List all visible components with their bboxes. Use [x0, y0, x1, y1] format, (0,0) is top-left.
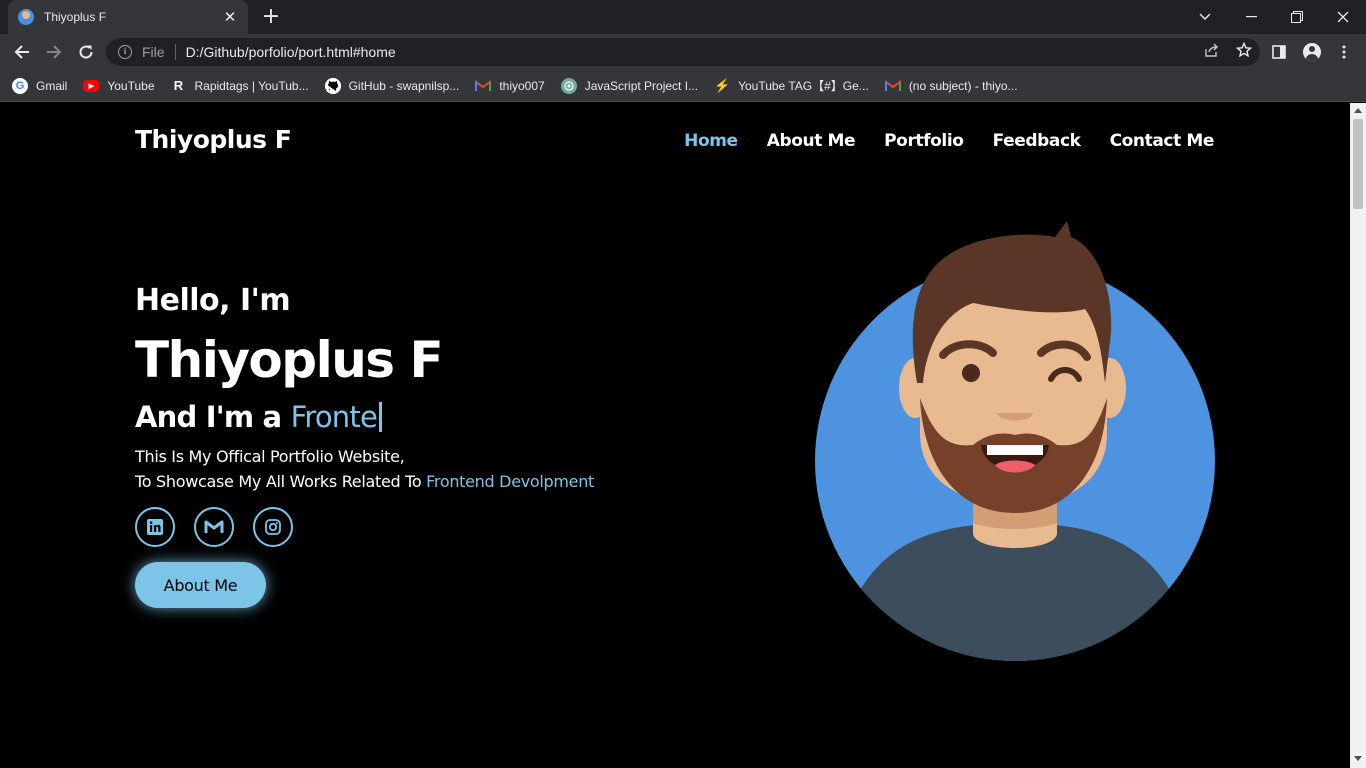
tag-icon: ⚡	[713, 77, 731, 93]
gmail-icon	[475, 78, 492, 94]
omnibox-divider	[174, 44, 176, 60]
close-window-icon[interactable]	[1320, 0, 1366, 34]
scroll-down-arrow[interactable]	[1354, 756, 1362, 761]
share-icon[interactable]	[1196, 43, 1228, 61]
linkedin-icon[interactable]	[135, 507, 175, 547]
hero-name: Thiyoplus F	[135, 331, 444, 389]
bookmark-github[interactable]: GitHub - swapnilsp...	[324, 77, 460, 94]
page-viewport: Thiyoplus F Home About Me Portfolio Feed…	[0, 103, 1350, 768]
site-logo[interactable]: Thiyoplus F	[135, 125, 292, 154]
about-me-button[interactable]: About Me	[135, 562, 266, 608]
browser-tab[interactable]: Thiyoplus F ✕	[8, 0, 248, 34]
tab-search-icon[interactable]	[1182, 0, 1228, 34]
forward-icon[interactable]	[42, 40, 66, 64]
nav-about-me[interactable]: About Me	[767, 131, 856, 151]
google-icon: G	[12, 77, 28, 94]
rapidtags-icon: R	[173, 78, 184, 93]
social-links	[135, 507, 312, 547]
youtube-icon: ▶	[83, 79, 100, 92]
bookmark-label: thiyo007	[499, 78, 545, 93]
bookmark-label: YouTube TAG【#】Ge...	[738, 79, 869, 93]
bookmarks-bar: G Gmail ▶ YouTube R Rapidtags | YouTub..…	[0, 70, 1366, 102]
bookmark-gmail[interactable]: G Gmail	[12, 77, 68, 94]
role-typed-text: Fronte	[290, 400, 378, 434]
bookmark-thiyo007[interactable]: thiyo007	[475, 78, 545, 94]
profile-avatar	[1303, 43, 1321, 61]
bookmark-label: (no subject) - thiyo...	[908, 78, 1018, 93]
tab-close-icon[interactable]: ✕	[222, 8, 238, 26]
nav-home[interactable]: Home	[684, 131, 738, 151]
bookmark-youtube-tag[interactable]: ⚡ YouTube TAG【#】Ge...	[714, 77, 869, 94]
nav-portfolio[interactable]: Portfolio	[884, 131, 964, 151]
instagram-icon[interactable]	[253, 507, 293, 547]
reload-icon[interactable]	[74, 40, 98, 64]
desc-highlight: Frontend Devolpment	[426, 472, 595, 491]
nav-contact-me[interactable]: Contact Me	[1110, 131, 1215, 151]
bookmark-rapidtags[interactable]: R Rapidtags | YouTub...	[171, 78, 309, 94]
github-icon	[324, 77, 341, 94]
bookmark-star-icon[interactable]	[1228, 41, 1260, 62]
bookmark-label: Gmail	[36, 78, 68, 93]
bookmark-javascript-project[interactable]: JavaScript Project I...	[560, 77, 699, 94]
profile-avatar-illustration	[815, 221, 1215, 661]
bookmark-no-subject[interactable]: (no subject) - thiyo...	[884, 78, 1018, 94]
nav-feedback[interactable]: Feedback	[993, 131, 1081, 151]
role-prefix: And I'm a	[135, 400, 291, 434]
typing-cursor	[379, 402, 382, 432]
hero-role: And I'm a Fronte	[135, 400, 382, 434]
site-info-icon[interactable]: i	[118, 45, 132, 59]
page-scrollbar[interactable]	[1350, 103, 1366, 768]
restore-icon[interactable]	[1274, 0, 1320, 34]
tab-strip: Thiyoplus F ✕ +	[0, 0, 1366, 34]
bookmark-label: YouTube	[107, 78, 155, 93]
bookmark-youtube[interactable]: ▶ YouTube	[83, 78, 155, 93]
bookmark-label: GitHub - swapnilsp...	[348, 78, 460, 93]
url-text[interactable]: D:/Github/porfolio/port.html#home	[186, 44, 1196, 60]
tab-title: Thiyoplus F	[44, 10, 107, 24]
back-icon[interactable]	[10, 40, 34, 64]
profile-icon[interactable]	[1300, 40, 1324, 64]
desc-line-2-prefix: To Showcase My All Works Related To	[135, 472, 427, 491]
address-bar[interactable]: i File D:/Github/porfolio/port.html#home	[106, 38, 1260, 66]
new-tab-button[interactable]: +	[258, 4, 284, 30]
scroll-thumb[interactable]	[1353, 119, 1363, 209]
bookmark-label: Rapidtags | YouTub...	[194, 78, 309, 93]
bookmark-label: JavaScript Project I...	[584, 78, 699, 93]
browser-toolbar: i File D:/Github/porfolio/port.html#home	[0, 34, 1366, 70]
side-panel-icon[interactable]	[1267, 40, 1291, 64]
site-nav: Home About Me Portfolio Feedback Contact…	[655, 131, 1214, 151]
minimize-icon[interactable]	[1228, 0, 1274, 34]
hero-greeting: Hello, I'm	[135, 283, 291, 318]
menu-kebab-icon[interactable]	[1332, 40, 1356, 64]
scroll-up-arrow[interactable]	[1354, 108, 1362, 113]
file-label: File	[142, 44, 165, 60]
tab-favicon-icon	[18, 9, 34, 25]
desc-line-2: To Showcase My All Works Related To Fron…	[135, 469, 594, 494]
chatgpt-icon	[560, 77, 577, 94]
desc-line-1: This Is My Offical Portfolio Website,	[135, 447, 405, 466]
gmail-icon	[884, 78, 901, 94]
hero-description: This Is My Offical Portfolio Website, To…	[135, 444, 594, 494]
gmail-icon[interactable]	[194, 507, 234, 547]
